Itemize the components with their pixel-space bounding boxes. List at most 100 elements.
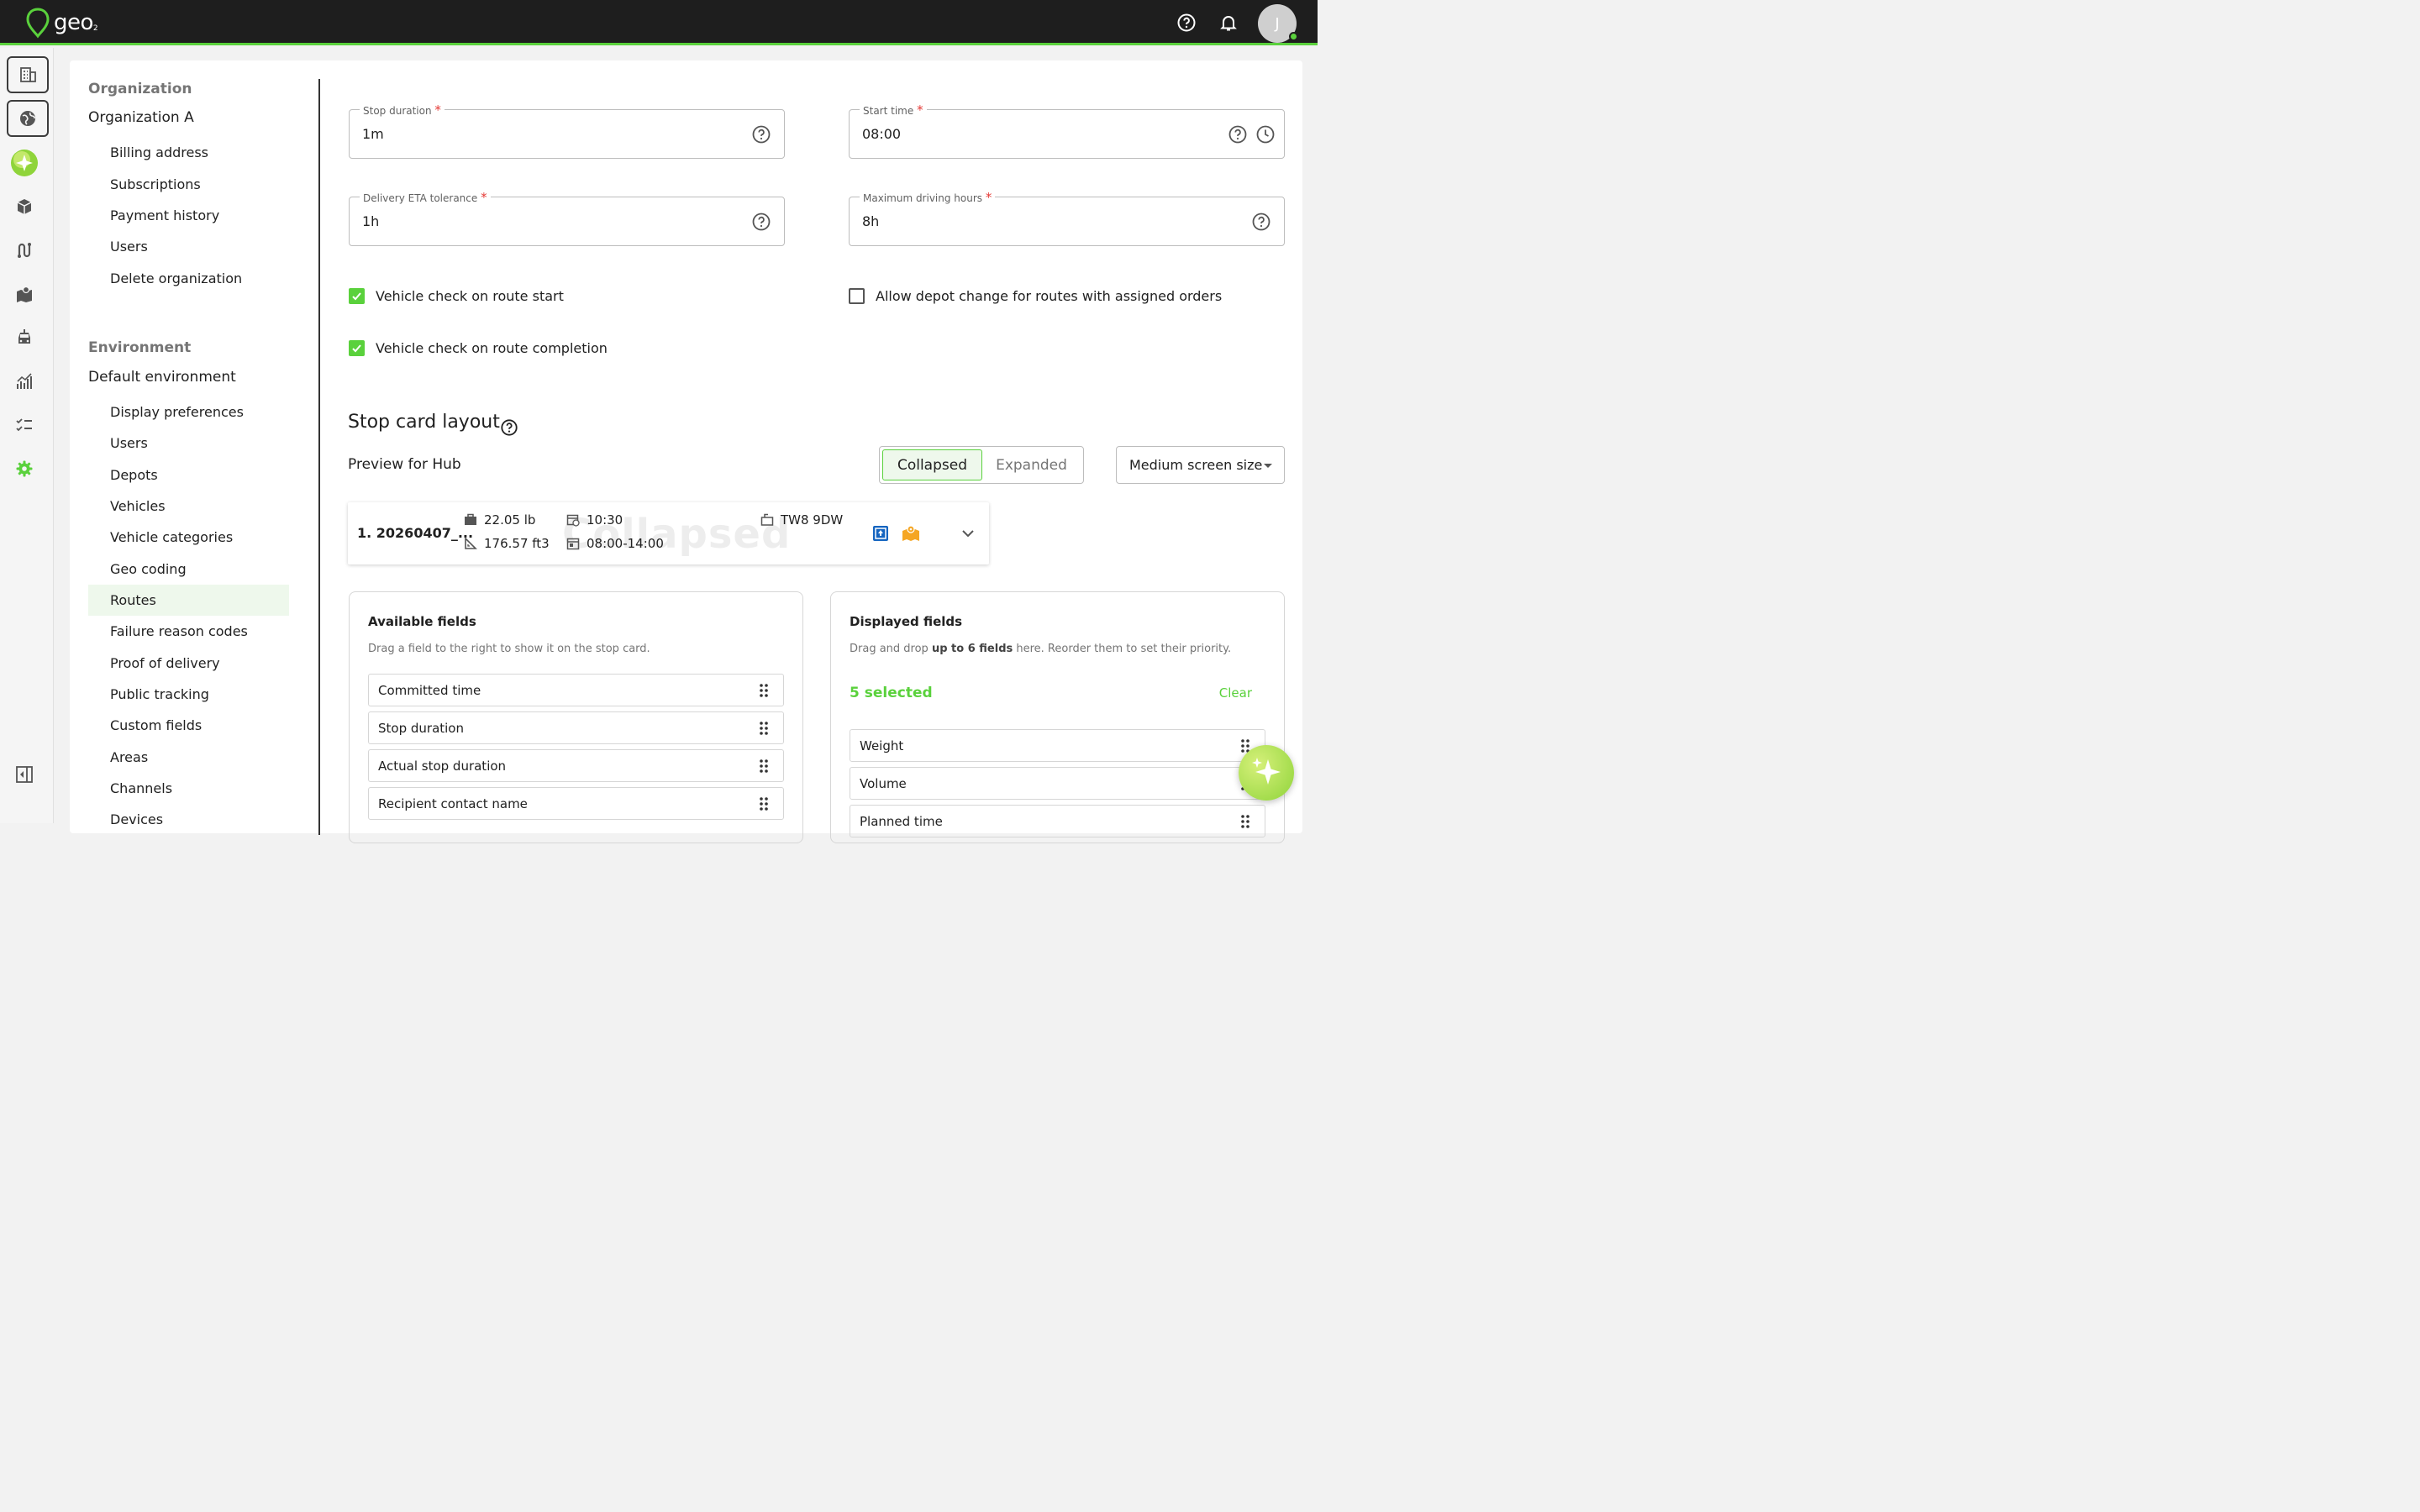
available-field-item[interactable]: Committed time — [368, 674, 784, 706]
stop-duration-value: 1m — [362, 126, 384, 142]
screen-size-value: Medium screen size — [1129, 457, 1263, 473]
help-icon[interactable] — [1228, 124, 1248, 144]
nav-display-preferences[interactable]: Display preferences — [88, 396, 289, 428]
drag-handle-icon[interactable] — [1240, 815, 1250, 828]
help-icon[interactable] — [751, 212, 771, 232]
nav-custom-fields[interactable]: Custom fields — [88, 710, 289, 741]
nav-billing-address[interactable]: Billing address — [88, 137, 289, 168]
nav-routes[interactable]: Routes — [88, 585, 289, 616]
help-icon[interactable] — [1175, 11, 1198, 34]
preview-label: Preview for Hub — [348, 456, 461, 473]
org-heading: Organization — [88, 81, 192, 97]
route-start-check[interactable]: Vehicle check on route start — [349, 288, 564, 304]
drag-handle-icon[interactable] — [759, 797, 769, 811]
settings-icon[interactable] — [10, 454, 39, 483]
checkbox-checked-icon[interactable] — [349, 288, 365, 304]
route-start-label: Vehicle check on route start — [376, 288, 564, 304]
avatar-initial: J — [1275, 14, 1280, 33]
nav-vehicles[interactable]: Vehicles — [88, 491, 289, 522]
checklist-icon[interactable] — [10, 411, 39, 439]
help-icon[interactable] — [500, 418, 518, 437]
displayed-field-item[interactable]: Volume — [850, 767, 1265, 800]
clock-icon[interactable] — [1255, 124, 1276, 144]
checkbox-unchecked-icon[interactable] — [849, 288, 865, 304]
collapse-sidebar-icon[interactable] — [10, 760, 39, 789]
stop-card-title: 1. 20260407_... — [357, 525, 474, 541]
nav-org-users[interactable]: Users — [88, 231, 289, 262]
route-icon[interactable] — [10, 236, 39, 265]
drag-handle-icon[interactable] — [759, 684, 769, 697]
bell-icon[interactable] — [1217, 11, 1240, 34]
eta-tolerance-label: Delivery ETA tolerance * — [360, 190, 491, 205]
displayed-fields-title: Displayed fields — [850, 614, 963, 629]
nav-subscriptions[interactable]: Subscriptions — [88, 169, 289, 200]
vehicle-icon[interactable] — [10, 323, 39, 352]
nav-public-tracking[interactable]: Public tracking — [88, 679, 289, 710]
orange-map-icon[interactable] — [902, 525, 920, 542]
logo-pin-icon — [26, 8, 50, 39]
nav-vehicle-categories[interactable]: Vehicle categories — [88, 522, 289, 553]
selected-count: 5 selected — [850, 685, 933, 701]
nav-devices[interactable]: Devices — [88, 804, 289, 835]
displayed-field-item[interactable]: Planned time — [850, 805, 1265, 837]
help-icon[interactable] — [1251, 212, 1271, 232]
available-field-item[interactable]: Stop duration — [368, 711, 784, 744]
chevron-down-icon[interactable] — [961, 528, 975, 539]
checkbox-checked-icon[interactable] — [349, 340, 365, 356]
volume-cell: 176.57 ft3 — [464, 536, 550, 551]
route-completion-check[interactable]: Vehicle check on route completion — [349, 340, 608, 356]
logo-text: geo — [54, 10, 93, 35]
clear-button[interactable]: Clear — [1219, 685, 1252, 701]
app-logo[interactable]: geo 2 — [25, 7, 98, 39]
max-driving-hours-label: Maximum driving hours * — [860, 190, 996, 205]
nav-areas[interactable]: Areas — [88, 742, 289, 773]
available-fields-desc: Drag a field to the right to show it on … — [368, 643, 650, 655]
expanded-toggle-button[interactable]: Expanded — [982, 449, 1081, 480]
top-bar: geo 2 J — [0, 0, 1318, 45]
route-completion-label: Vehicle check on route completion — [376, 340, 608, 356]
nav-channels[interactable]: Channels — [88, 773, 289, 804]
nav-delete-organization[interactable]: Delete organization — [88, 263, 289, 294]
analytics-icon[interactable] — [10, 367, 39, 396]
nav-payment-history[interactable]: Payment history — [88, 200, 289, 231]
displayed-field-item[interactable]: Weight — [850, 729, 1265, 762]
building-icon[interactable] — [7, 56, 49, 93]
avatar[interactable]: J — [1258, 4, 1298, 43]
sparkle-icon — [1252, 758, 1281, 785]
calendar-clock-icon — [566, 514, 580, 527]
env-heading: Environment — [88, 339, 192, 356]
ai-assistant-button[interactable] — [1239, 745, 1294, 801]
collapsed-toggle-button[interactable]: Collapsed — [882, 449, 982, 480]
displayed-field-label: Volume — [860, 775, 907, 791]
screen-size-select[interactable]: Medium screen size — [1116, 446, 1285, 484]
nav-geo-coding[interactable]: Geo coding — [88, 554, 289, 585]
stop-duration-label: Stop duration * — [360, 102, 445, 118]
caret-down-icon — [1264, 464, 1272, 468]
globe-icon[interactable] — [7, 100, 49, 137]
available-field-label: Recipient contact name — [378, 795, 528, 811]
nav-depots[interactable]: Depots — [88, 459, 289, 491]
drag-handle-icon[interactable] — [759, 759, 769, 773]
drag-handle-icon[interactable] — [759, 722, 769, 735]
map-icon[interactable] — [10, 280, 39, 308]
depot-change-check[interactable]: Allow depot change for routes with assig… — [849, 288, 1222, 304]
eta-tolerance-field[interactable]: Delivery ETA tolerance * 1h — [349, 190, 785, 246]
ai-sparkle-icon[interactable] — [10, 149, 39, 177]
depot-change-label: Allow depot change for routes with assig… — [876, 288, 1223, 304]
start-time-field[interactable]: Start time * 08:00 — [849, 102, 1285, 159]
package-icon[interactable] — [10, 192, 39, 221]
env-name[interactable]: Default environment — [88, 369, 236, 386]
max-driving-hours-field[interactable]: Maximum driving hours * 8h — [849, 190, 1285, 246]
displayed-fields-desc: Drag and drop up to 6 fields here. Reord… — [850, 643, 1232, 655]
org-name[interactable]: Organization A — [88, 109, 194, 126]
blue-status-icon[interactable] — [872, 525, 889, 542]
nav-failure-reason-codes[interactable]: Failure reason codes — [88, 616, 289, 647]
nav-env-users[interactable]: Users — [88, 428, 289, 459]
time-cell: 10:30 — [566, 512, 623, 528]
nav-proof-of-delivery[interactable]: Proof of delivery — [88, 648, 289, 679]
available-field-item[interactable]: Actual stop duration — [368, 749, 784, 782]
help-icon[interactable] — [751, 124, 771, 144]
stop-duration-field[interactable]: Stop duration * 1m — [349, 102, 785, 159]
start-time-value: 08:00 — [862, 126, 902, 142]
available-field-item[interactable]: Recipient contact name — [368, 787, 784, 820]
